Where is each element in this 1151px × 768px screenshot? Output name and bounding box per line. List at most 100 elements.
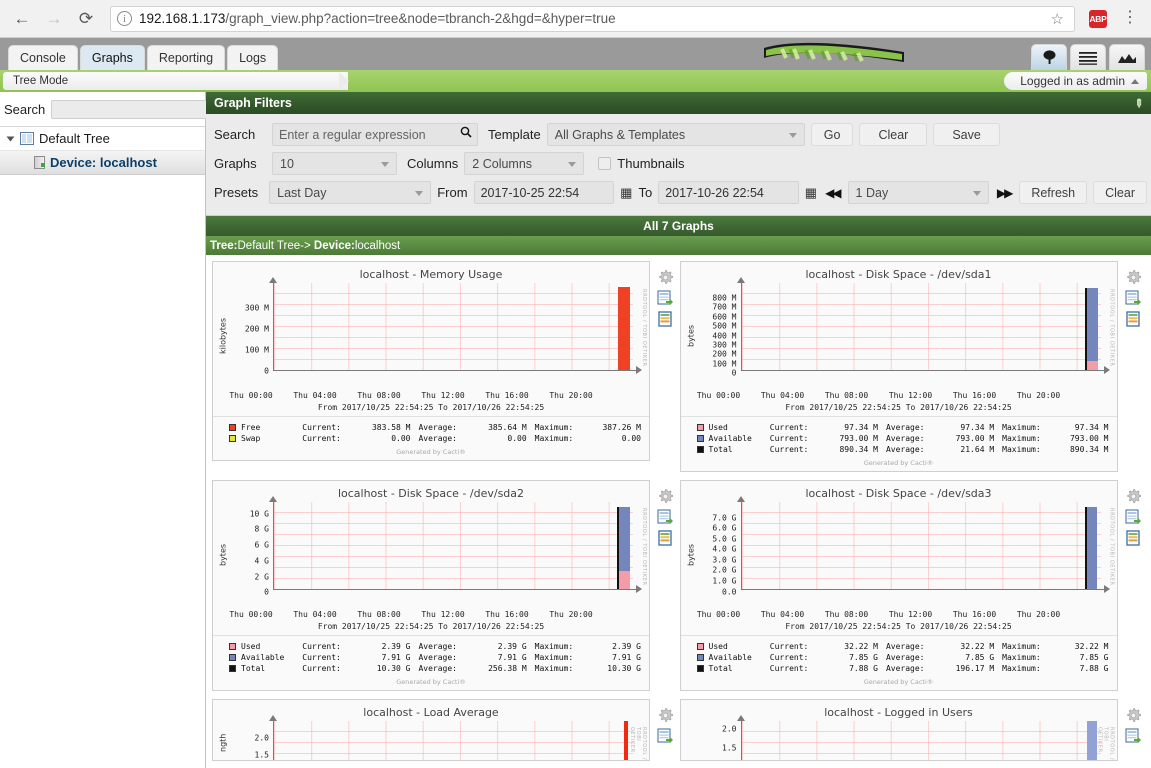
graph-disk-sda1[interactable]: localhost - Disk Space - /dev/sda1 RRDTO… <box>679 261 1118 472</box>
legend-average-label: Average: <box>885 653 925 662</box>
graph-disk-sda2[interactable]: localhost - Disk Space - /dev/sda2 RRDTO… <box>212 480 650 691</box>
expand-triangle-icon[interactable] <box>6 136 15 141</box>
from-calendar-icon[interactable]: ▦ <box>620 186 632 199</box>
graph-cell: localhost - Logged in Users RRDTOOL / TO… <box>679 699 1148 761</box>
y-tick: 200 M <box>244 324 269 334</box>
graph-disk-sda3[interactable]: localhost - Disk Space - /dev/sda3 RRDTO… <box>679 480 1118 691</box>
refresh-button[interactable]: Refresh <box>1019 181 1088 204</box>
legend-current-label: Current: <box>769 642 809 651</box>
legend-name: Swap <box>241 434 261 443</box>
tab-logs[interactable]: Logs <box>227 45 279 70</box>
tree-mode-breadcrumb[interactable]: Tree Mode <box>3 72 349 90</box>
tree-node-default-tree[interactable]: Default Tree <box>0 127 205 150</box>
preview-view-button[interactable] <box>1109 44 1145 70</box>
gear-icon[interactable] <box>657 707 674 724</box>
y-tick: 0 <box>731 368 737 378</box>
columns-select[interactable]: 2 Columns <box>464 152 585 175</box>
series-bar <box>624 721 628 760</box>
plot-canvas <box>269 715 633 760</box>
to-input[interactable]: 2017-10-26 22:54 <box>658 181 799 204</box>
legend-maximum-value: 793.00 M <box>1069 434 1109 443</box>
gear-icon[interactable] <box>1125 707 1142 724</box>
legend-name: Available <box>708 434 752 443</box>
to-label: To <box>638 185 653 200</box>
legend-average-value: 97.34 M <box>960 423 995 432</box>
search-input[interactable]: Enter a regular expression <box>272 123 478 146</box>
export-csv-icon[interactable] <box>657 728 674 745</box>
gear-icon[interactable] <box>657 269 674 286</box>
graph-properties-icon[interactable] <box>1125 311 1142 328</box>
tab-graphs[interactable]: Graphs <box>79 45 145 70</box>
tree-search-input[interactable] <box>51 100 217 119</box>
legend-average-value: 2.39 G <box>497 642 527 651</box>
export-csv-icon[interactable] <box>1124 728 1142 745</box>
graph-row: localhost - Load Average RRDTOOL / TOBI … <box>212 699 1147 761</box>
bookmark-star-icon[interactable]: ☆ <box>1047 10 1068 28</box>
timespan-select[interactable]: 1 Day <box>847 181 989 204</box>
gear-icon[interactable] <box>657 488 674 505</box>
shift-back-icon[interactable]: ◀◀ <box>823 186 842 200</box>
presets-select[interactable]: Last Day <box>269 181 432 204</box>
to-calendar-icon[interactable]: ▦ <box>805 186 817 199</box>
search-icon[interactable] <box>460 126 472 141</box>
tab-console[interactable]: Console <box>8 45 78 70</box>
list-icon <box>1079 51 1097 65</box>
graph-legend: Used Current: 2.39 G Average: 2.39 G Max… <box>213 635 649 676</box>
tab-reporting[interactable]: Reporting <box>146 45 226 70</box>
x-tick: Thu 16:00 <box>485 610 529 619</box>
graph-properties-icon[interactable] <box>657 311 674 328</box>
browser-forward-button[interactable]: → <box>40 5 68 33</box>
export-csv-icon[interactable] <box>1124 509 1142 526</box>
go-button[interactable]: Go <box>810 123 854 146</box>
x-tick: Thu 20:00 <box>549 610 593 619</box>
logged-in-indicator[interactable]: Logged in as admin <box>1004 72 1147 90</box>
adblock-plus-icon[interactable]: ABP <box>1089 9 1107 28</box>
tree-node-device-localhost[interactable]: Device: localhost <box>0 150 205 175</box>
graph-cell: localhost - Disk Space - /dev/sda1 RRDTO… <box>679 261 1148 472</box>
graph-load-average[interactable]: localhost - Load Average RRDTOOL / TOBI … <box>212 699 650 761</box>
export-csv-icon[interactable] <box>657 509 674 526</box>
export-csv-icon[interactable] <box>657 290 674 307</box>
save-button[interactable]: Save <box>933 123 1000 146</box>
address-bar[interactable]: i 192.168.1.173/graph_view.php?action=tr… <box>110 5 1075 32</box>
browser-menu-icon[interactable]: ⋮ <box>1117 10 1143 26</box>
breadcrumb-tree-name[interactable]: Default Tree-> <box>238 240 311 252</box>
from-input[interactable]: 2017-10-25 22:54 <box>473 181 615 204</box>
graph-generated-by: Generated by Cacti® <box>863 459 934 467</box>
x-axis-arrow-icon <box>1103 585 1110 593</box>
pin-icon[interactable]: ✎ <box>1131 95 1147 111</box>
legend-average-value: 7.85 G <box>965 653 995 662</box>
tree-view-button[interactable] <box>1031 44 1067 70</box>
series-bar-available <box>1085 507 1097 590</box>
legend-current-value: 890.34 M <box>839 445 878 454</box>
browser-back-button[interactable]: ← <box>8 5 36 33</box>
graph-memory-usage[interactable]: localhost - Memory Usage RRDTOOL / TOBI … <box>212 261 650 461</box>
breadcrumb-device-prefix: Device: <box>313 239 355 252</box>
gear-icon[interactable] <box>1125 269 1142 286</box>
thumbnails-checkbox[interactable] <box>598 157 612 170</box>
url-text: 192.168.1.173/graph_view.php?action=tree… <box>139 11 616 26</box>
template-select[interactable]: All Graphs & Templates <box>546 123 805 146</box>
legend-name: Total <box>708 664 733 673</box>
browser-reload-button[interactable]: ⟳ <box>72 5 100 33</box>
logged-in-label: Logged in as admin <box>1020 74 1125 88</box>
y-tick: 1.5 <box>254 750 269 760</box>
clear-timespan-button[interactable]: Clear <box>1093 181 1147 204</box>
y-axis-arrow-icon <box>269 277 277 283</box>
gear-icon[interactable] <box>1125 488 1142 505</box>
list-view-button[interactable] <box>1070 44 1106 70</box>
clear-button[interactable]: Clear <box>859 123 928 146</box>
graph-properties-icon[interactable] <box>657 530 674 547</box>
shift-forward-icon[interactable]: ▶▶ <box>995 186 1014 200</box>
legend-swatch <box>696 665 704 672</box>
breadcrumb-device-name[interactable]: localhost <box>355 240 400 252</box>
legend-swatch <box>696 446 704 453</box>
graph-logged-in-users[interactable]: localhost - Logged in Users RRDTOOL / TO… <box>679 699 1118 761</box>
graph-properties-icon[interactable] <box>1125 530 1142 547</box>
export-csv-icon[interactable] <box>1124 290 1142 307</box>
site-info-icon[interactable]: i <box>117 11 132 26</box>
y-tick: 400 M <box>712 331 737 340</box>
legend-maximum-value: 890.34 M <box>1069 445 1109 454</box>
graphs-count-select[interactable]: 10 <box>272 152 397 175</box>
y-axis-ticks: 2.0 1.5 <box>229 721 273 760</box>
